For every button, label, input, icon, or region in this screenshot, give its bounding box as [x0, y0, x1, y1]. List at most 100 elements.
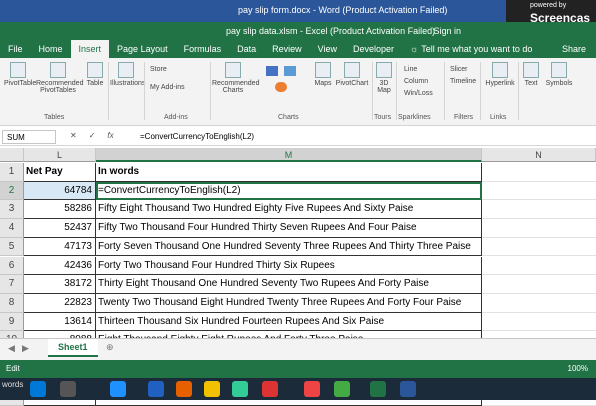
- cell-empty[interactable]: [482, 313, 596, 332]
- tab-review[interactable]: Review: [264, 40, 310, 58]
- tab-page-layout[interactable]: Page Layout: [109, 40, 176, 58]
- cell-net-pay[interactable]: 64784: [24, 181, 96, 201]
- pivottable-button[interactable]: PivotTable: [4, 62, 36, 87]
- cell-net-pay[interactable]: 22823: [24, 293, 96, 313]
- chrome-icon[interactable]: [232, 381, 248, 397]
- filters-group-label: Filters: [454, 114, 474, 121]
- chrome-4-icon[interactable]: [334, 381, 350, 397]
- sign-in-link[interactable]: Sign in: [433, 26, 461, 36]
- sparkline-winloss-label: Win/Loss: [404, 90, 433, 97]
- fx-icon[interactable]: fx: [107, 131, 113, 140]
- start-icon[interactable]: [30, 381, 46, 397]
- sparkline-column-button[interactable]: Column: [404, 78, 428, 85]
- bluetooth-icon[interactable]: [148, 381, 164, 397]
- column-header-m[interactable]: M: [96, 148, 482, 162]
- row-header[interactable]: 3: [0, 200, 24, 220]
- column-header-l[interactable]: L: [24, 148, 96, 162]
- row-header[interactable]: 8: [0, 293, 24, 313]
- pivotchart-button[interactable]: PivotChart: [334, 62, 370, 87]
- ribbon-divider: [480, 62, 481, 120]
- cell-empty[interactable]: [482, 182, 596, 201]
- cell-empty[interactable]: [482, 200, 596, 220]
- cell-in-words[interactable]: In words: [96, 163, 482, 182]
- ribbon-divider: [396, 62, 397, 120]
- tab-view[interactable]: View: [310, 40, 345, 58]
- add-sheet-icon[interactable]: ⊕: [106, 342, 114, 353]
- column-header-n[interactable]: N: [482, 148, 596, 162]
- cell-in-words[interactable]: Fifty Two Thousand Four Hundred Thirty S…: [96, 219, 482, 238]
- ribbon-divider: [144, 62, 145, 120]
- excel-window: pay slip data.xlsm - Excel (Product Acti…: [0, 22, 596, 406]
- row-header[interactable]: 7: [0, 275, 24, 294]
- cell-in-words[interactable]: Forty Two Thousand Four Hundred Thirty S…: [96, 256, 482, 276]
- maps-button[interactable]: Maps: [312, 62, 334, 87]
- my-addins-button[interactable]: My Add-ins: [150, 84, 185, 91]
- app-icon[interactable]: [60, 381, 76, 397]
- hyperlink-button[interactable]: Hyperlink: [482, 62, 518, 87]
- cell-empty[interactable]: [482, 219, 596, 238]
- firefox-icon[interactable]: [176, 381, 192, 397]
- cell-empty[interactable]: [482, 238, 596, 257]
- cell-net-pay[interactable]: 52437: [24, 219, 96, 238]
- slicer-button[interactable]: Slicer: [450, 66, 468, 73]
- select-all-corner[interactable]: [0, 148, 24, 162]
- cell-net-pay[interactable]: 42436: [24, 256, 96, 276]
- row-header[interactable]: 1: [0, 163, 24, 182]
- tab-developer[interactable]: Developer: [345, 40, 402, 58]
- row-header[interactable]: 4: [0, 219, 24, 238]
- symbols-label: Symbols: [545, 80, 573, 87]
- row-header[interactable]: 2: [0, 181, 24, 201]
- cell-empty[interactable]: [482, 257, 596, 276]
- sparkline-winloss-button[interactable]: Win/Loss: [404, 90, 433, 97]
- chrome-2-icon[interactable]: [262, 381, 278, 397]
- recommended-charts-button[interactable]: Recommended Charts: [212, 62, 259, 94]
- symbols-button[interactable]: Symbols: [544, 62, 574, 87]
- tab-insert[interactable]: Insert: [70, 40, 110, 58]
- tab-file[interactable]: File: [0, 40, 31, 58]
- edge-icon[interactable]: [110, 381, 126, 397]
- chrome-3-icon[interactable]: [304, 381, 320, 397]
- cell-empty[interactable]: [482, 163, 596, 182]
- recommended-pivottables-button[interactable]: Recommended PivotTables: [36, 62, 83, 94]
- row-header[interactable]: 9: [0, 312, 24, 332]
- excel-icon[interactable]: [370, 381, 386, 397]
- chart-types-gallery[interactable]: [256, 64, 306, 104]
- cell-net-pay[interactable]: 58286: [24, 200, 96, 220]
- word-icon[interactable]: [400, 381, 416, 397]
- tab-home[interactable]: Home: [31, 40, 71, 58]
- sheet-tab-sheet1[interactable]: Sheet1: [48, 339, 98, 357]
- enter-icon[interactable]: ✓: [89, 131, 96, 140]
- cell-in-words[interactable]: Fifty Eight Thousand Two Hundred Eighty …: [96, 200, 482, 220]
- cell-net-pay[interactable]: 47173: [24, 237, 96, 257]
- sheet-nav-left-icon[interactable]: ◀: [8, 343, 15, 354]
- tell-me-search[interactable]: ☼ Tell me what you want to do: [402, 40, 540, 58]
- cell-empty[interactable]: [482, 294, 596, 313]
- cell-in-words[interactable]: Twenty Two Thousand Eight Hundred Twenty…: [96, 293, 482, 313]
- cell-in-words[interactable]: Forty Seven Thousand One Hundred Seventy…: [96, 237, 482, 257]
- share-button[interactable]: Share: [552, 40, 596, 58]
- name-box[interactable]: SUM: [2, 130, 56, 144]
- row-header[interactable]: 6: [0, 256, 24, 276]
- timeline-button[interactable]: Timeline: [450, 78, 476, 85]
- active-cell-m2[interactable]: =ConvertCurrencyToEnglish(L2): [96, 181, 482, 201]
- cell-empty[interactable]: [482, 275, 596, 294]
- table-button[interactable]: Table: [84, 62, 106, 87]
- formula-input[interactable]: =ConvertCurrencyToEnglish(L2): [140, 132, 254, 141]
- cell-net-pay[interactable]: 38172: [24, 275, 96, 294]
- cell-net-pay[interactable]: 13614: [24, 312, 96, 332]
- row-header[interactable]: 5: [0, 237, 24, 257]
- sparkline-line-button[interactable]: Line: [404, 66, 417, 73]
- sheet-nav-right-icon[interactable]: ▶: [22, 343, 29, 354]
- cancel-icon[interactable]: ✕: [70, 131, 77, 140]
- text-button[interactable]: Text: [520, 62, 542, 87]
- tab-data[interactable]: Data: [229, 40, 264, 58]
- store-button[interactable]: Store: [150, 66, 167, 73]
- cell-in-words[interactable]: Thirty Eight Thousand One Hundred Sevent…: [96, 275, 482, 294]
- illustrations-button[interactable]: Illustrations: [110, 62, 145, 87]
- 3d-map-button[interactable]: 3D Map: [374, 62, 394, 94]
- file-explorer-icon[interactable]: [204, 381, 220, 397]
- tab-formulas[interactable]: Formulas: [176, 40, 230, 58]
- cell-net-pay[interactable]: Net Pay: [24, 163, 96, 182]
- cell-in-words[interactable]: Thirteen Thousand Six Hundred Fourteen R…: [96, 312, 482, 332]
- zoom-level[interactable]: 100%: [568, 364, 588, 373]
